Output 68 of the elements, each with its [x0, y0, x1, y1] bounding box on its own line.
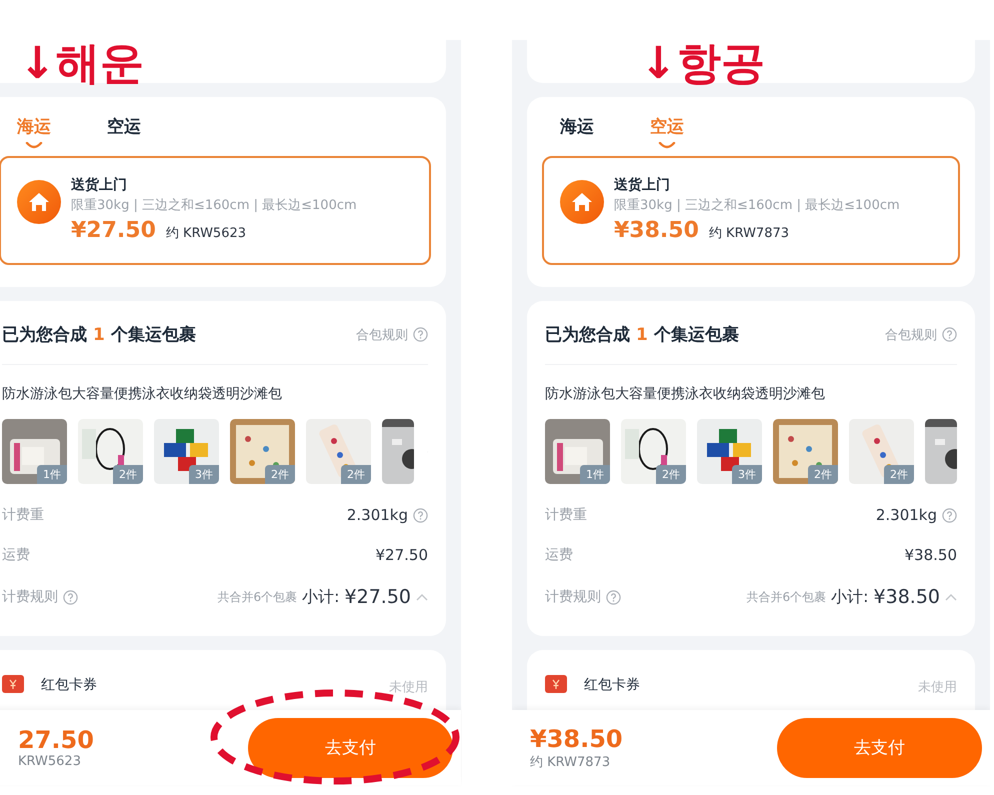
subtotal-value: ¥27.50	[344, 586, 411, 608]
annotation-label: ↓항공	[640, 40, 765, 91]
total-price: ¥38.50	[530, 724, 623, 752]
delivery-title: 送货上门	[71, 176, 128, 194]
help-icon[interactable]	[413, 508, 428, 522]
quantity-badge: 2件	[656, 465, 686, 484]
shipping-price: ¥38.50	[614, 218, 699, 243]
help-icon[interactable]	[63, 590, 78, 604]
quantity-badge: 3件	[732, 465, 762, 484]
approx-price: 约 KRW5623	[166, 225, 246, 242]
row-value: ¥27.50	[376, 546, 428, 564]
chevron-up-icon[interactable]	[416, 593, 428, 601]
quantity-badge: 2件	[808, 465, 838, 484]
shipping-tab[interactable]: 海运	[560, 115, 594, 148]
subtotal-value: ¥38.50	[874, 586, 940, 608]
selected-indicator	[658, 142, 676, 150]
quantity-badge: 1件	[37, 465, 67, 484]
help-icon[interactable]	[413, 327, 428, 342]
coupon-label: 红包卡券	[584, 676, 640, 694]
approx-total: 约 KRW7873	[530, 754, 612, 770]
shipping-tab[interactable]: 空运	[107, 115, 141, 148]
delivery-option[interactable]: 送货上门 限重30kg | 三边之和≤160cm | 最长边≤100cm ¥38.50 约 KRW7873	[542, 156, 960, 265]
package-count-note: 共合并6个包裹	[746, 588, 826, 606]
coupon-icon	[2, 675, 24, 693]
house-icon	[560, 180, 604, 224]
total-price: 27.50	[18, 726, 94, 754]
row-value: 2.301kg	[346, 506, 408, 524]
row-label: 计费规则	[545, 588, 601, 606]
delivery-title: 送货上门	[614, 176, 671, 194]
subtotal-label: 小计:	[302, 586, 340, 608]
quantity-badge: 3件	[189, 465, 219, 484]
house-icon	[17, 180, 61, 224]
annotation-label: ↓해운	[19, 40, 144, 91]
package-count-note: 共合并6个包裹	[217, 588, 298, 606]
product-title: 防水游泳包大容量便携泳衣收纳袋透明沙滩包	[2, 385, 283, 403]
row-label: 运费	[2, 546, 30, 564]
help-icon[interactable]	[606, 590, 621, 604]
quantity-badge: 2件	[884, 465, 914, 484]
coupon-status: 未使用	[918, 679, 957, 696]
quantity-badge: 2件	[113, 465, 143, 484]
quantity-badge: 2件	[341, 465, 371, 484]
row-label: 计费重	[2, 506, 44, 524]
delivery-option[interactable]: 送货上门 限重30kg | 三边之和≤160cm | 最长边≤100cm ¥27.50 约 KRW5623	[0, 156, 431, 265]
subtotal-label: 小计:	[831, 586, 869, 608]
chevron-up-icon[interactable]	[945, 593, 957, 601]
row-label: 计费规则	[2, 588, 58, 606]
help-icon[interactable]	[942, 327, 957, 342]
quantity-badge: 1件	[580, 465, 610, 484]
coupon-card[interactable]: 红包卡券 未使用	[527, 650, 975, 710]
row-label: 计费重	[545, 506, 587, 524]
quantity-badge: 2件	[265, 465, 295, 484]
package-heading: 已为您合成 1 个集运包裹	[2, 324, 196, 346]
row-label: 运费	[545, 546, 573, 564]
selected-indicator	[25, 142, 43, 150]
help-icon[interactable]	[942, 508, 957, 522]
approx-price: 约 KRW7873	[708, 225, 790, 242]
approx-total: KRW5623	[18, 754, 82, 769]
row-value: ¥38.50	[904, 546, 957, 564]
delivery-limits: 限重30kg | 三边之和≤160cm | 最长边≤100cm	[71, 197, 357, 214]
shipping-price: ¥27.50	[71, 218, 156, 243]
coupon-label: 红包卡券	[41, 676, 97, 694]
coupon-icon	[545, 675, 567, 693]
coupon-card[interactable]: 红包卡券 未使用	[0, 650, 446, 710]
row-value: 2.301kg	[876, 506, 937, 524]
product-title: 防水游泳包大容量便携泳衣收纳袋透明沙滩包	[545, 385, 826, 403]
package-heading: 已为您合成 1 个集运包裹	[545, 324, 739, 346]
delivery-limits: 限重30kg | 三边之和≤160cm | 最长边≤100cm	[614, 197, 900, 214]
coupon-status: 未使用	[389, 679, 428, 696]
